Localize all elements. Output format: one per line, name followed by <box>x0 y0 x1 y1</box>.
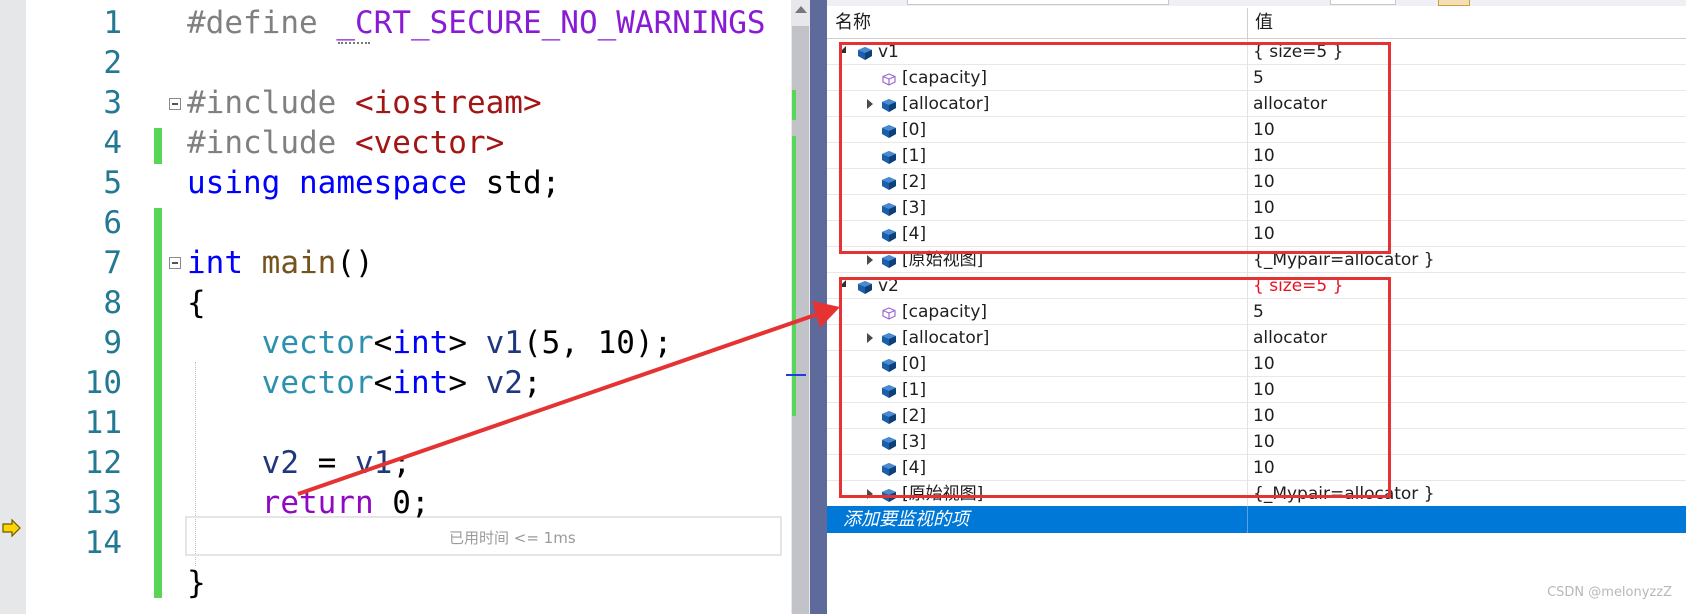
semicolon: ; <box>522 365 542 401</box>
code-line-14: } <box>187 562 206 604</box>
code-line-8: { <box>187 282 206 324</box>
overview-caret <box>786 374 806 376</box>
watch-toolbar <box>827 0 1686 6</box>
line-number: 9 <box>103 325 122 361</box>
angle-close: > <box>448 365 486 401</box>
code-line-4: #include <vector> <box>187 122 504 164</box>
define-keyword: #define <box>187 5 318 41</box>
toolbar-button[interactable] <box>1438 0 1470 6</box>
include-header: <iostream> <box>354 85 542 121</box>
add-watch-label[interactable]: 添加要监视的项 <box>843 506 969 533</box>
int-keyword: int <box>392 365 449 401</box>
open-brace: { <box>187 285 206 321</box>
variable-v1: v1 <box>354 445 393 481</box>
variable-v2: v2 <box>485 365 523 401</box>
return-value: 0; <box>373 485 430 521</box>
include-directive: #include <box>187 125 337 161</box>
code-line-5: using namespace std; <box>187 162 560 204</box>
expand-arrow-icon[interactable] <box>867 255 873 265</box>
semicolon: ; <box>392 445 411 481</box>
change-bar <box>154 128 162 164</box>
line-number: 13 <box>84 485 122 521</box>
line-number: 12 <box>84 445 122 481</box>
std-namespace: std; <box>485 165 561 201</box>
scroll-track[interactable] <box>786 26 809 614</box>
main-function: main <box>261 245 337 281</box>
line-number: 10 <box>84 365 122 401</box>
annotation-box-v1 <box>839 42 1391 254</box>
change-bar <box>154 208 162 598</box>
close-brace: } <box>187 565 206 601</box>
watch-header: 名称 值 <box>827 8 1686 39</box>
squiggle-hint <box>338 38 370 44</box>
overview-change-mark <box>792 90 796 120</box>
vector-type: vector <box>261 325 374 361</box>
code-line-10: vector<int> v2; <box>187 362 542 404</box>
angle-open: < <box>373 325 393 361</box>
line-number: 11 <box>84 405 122 441</box>
code-line-1: #define _CRT_SECURE_NO_WARNINGS <box>187 2 766 44</box>
variable-v2: v2 <box>261 445 299 481</box>
perf-tip[interactable]: 已用时间 <= 1ms <box>449 527 576 548</box>
line-number: 8 <box>103 285 122 321</box>
using-keyword: using <box>187 165 281 201</box>
watch-window[interactable]: 名称 值 v1{ size=5 } [capacity] 5 [allocator] a… <box>827 0 1686 614</box>
line-number: 2 <box>103 45 122 81</box>
code-editor[interactable]: 1 2 3 4 5 6 7 8 9 10 11 12 13 14 #define… <box>0 0 790 614</box>
column-separator <box>1247 506 1248 533</box>
watermark: CSDN @melonyzzZ <box>1547 585 1672 600</box>
glyph-margin <box>0 0 26 614</box>
value-column-header[interactable]: 值 <box>1255 8 1273 38</box>
code-line-7: int main() <box>187 242 374 284</box>
field-cube-icon <box>882 253 896 268</box>
line-number: 5 <box>103 165 122 201</box>
int-keyword: int <box>187 245 243 281</box>
splitter[interactable] <box>810 0 827 614</box>
code-line-12: v2 = v1; <box>187 442 411 484</box>
vector-type: vector <box>261 365 374 401</box>
name-column-header[interactable]: 名称 <box>835 8 871 38</box>
scroll-up-icon[interactable] <box>795 6 807 13</box>
code-line-13: return 0; <box>187 482 430 524</box>
collapse-main-toggle[interactable] <box>169 257 181 269</box>
angle-close: > <box>448 325 486 361</box>
code-line-9: vector<int> v1(5, 10); <box>187 322 673 364</box>
search-box[interactable] <box>907 0 1169 5</box>
line-number: 4 <box>103 125 122 161</box>
line-number: 14 <box>84 525 122 561</box>
add-watch-row[interactable]: 添加要监视的项 <box>827 506 1686 533</box>
code-line-3: #include <iostream> <box>187 82 542 124</box>
editor-scrollbar[interactable] <box>786 0 810 614</box>
column-separator[interactable] <box>1247 8 1248 38</box>
instruction-pointer-icon <box>2 518 21 538</box>
parens: () <box>336 245 374 281</box>
line-number: 1 <box>103 5 122 41</box>
line-number: 6 <box>103 205 122 241</box>
include-header: <vector> <box>354 125 505 161</box>
line-number: 7 <box>103 245 122 281</box>
return-keyword: return <box>261 485 374 521</box>
annotation-box-v2 <box>839 277 1391 498</box>
variable-v1: v1 <box>485 325 523 361</box>
search-depth-box[interactable] <box>1330 0 1396 5</box>
angle-open: < <box>373 365 393 401</box>
constructor-args: (5, 10); <box>522 325 673 361</box>
macro-name: _CRT_SECURE_NO_WARNINGS <box>336 5 766 41</box>
include-directive: #include <box>187 85 337 121</box>
assign-operator: = <box>298 445 355 481</box>
line-number: 3 <box>103 85 122 121</box>
collapse-include-toggle[interactable] <box>169 98 181 110</box>
int-keyword: int <box>392 325 449 361</box>
namespace-keyword: namespace <box>299 165 467 201</box>
